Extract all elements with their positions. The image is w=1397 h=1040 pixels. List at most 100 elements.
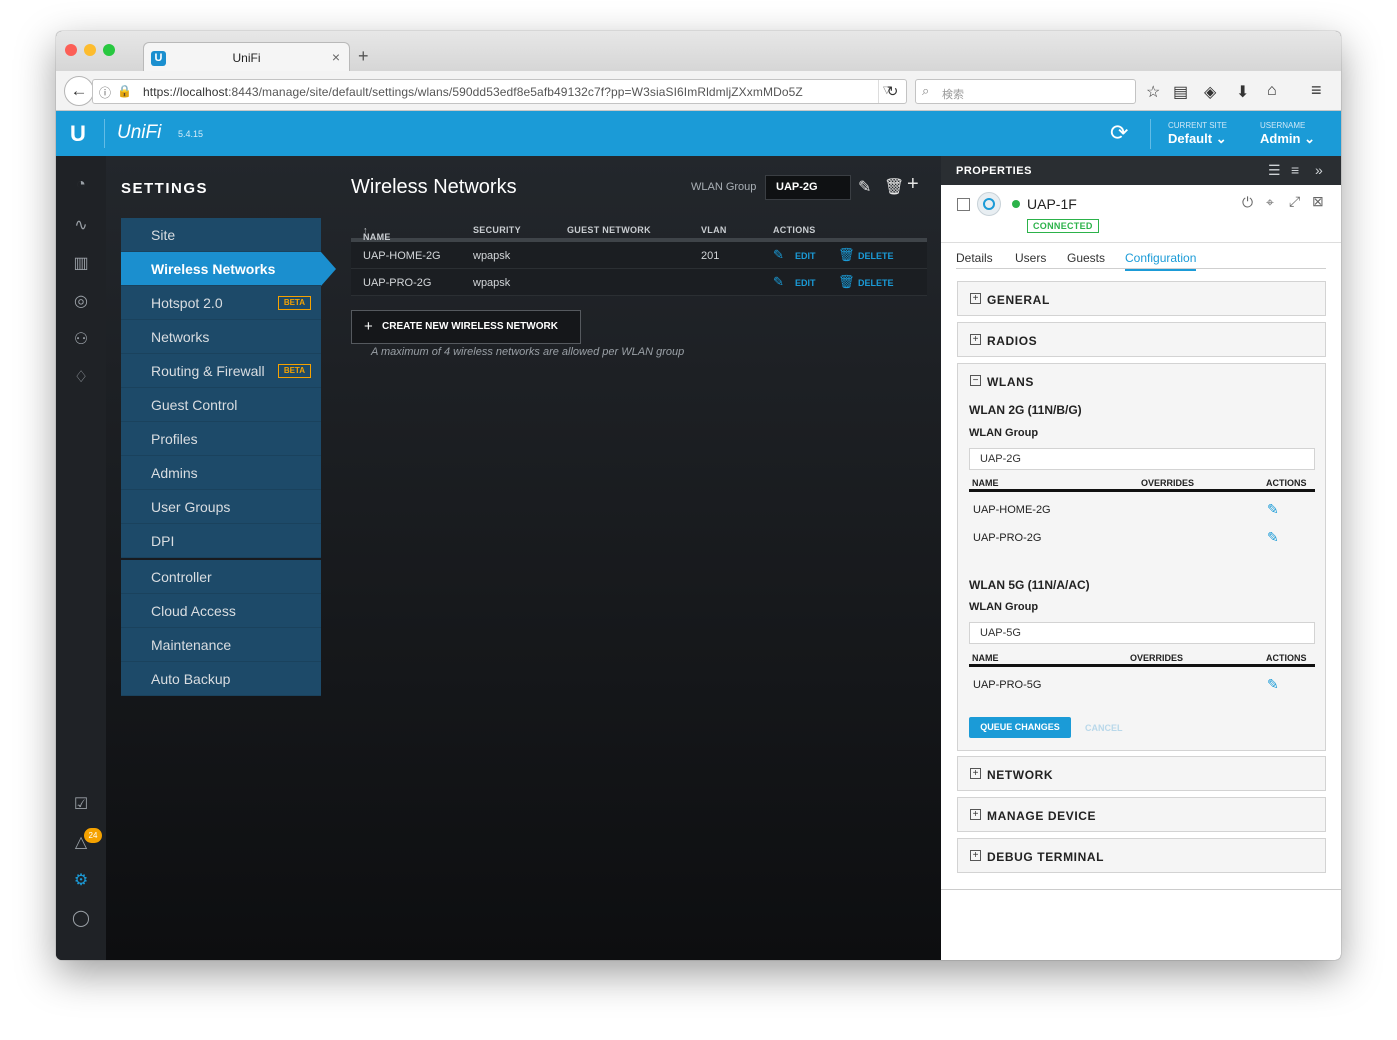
delete-trash-icon[interactable]: 🗑	[838, 247, 855, 263]
edit-group-pencil-icon[interactable]: ✎	[858, 177, 871, 197]
tab-users[interactable]: Users	[1015, 251, 1046, 265]
col-guest-network[interactable]: GUEST NETWORK	[567, 225, 651, 235]
version-text: 5.4.15	[178, 129, 204, 139]
maximize-window-button[interactable]	[103, 44, 115, 56]
col-name-label: NAME	[363, 232, 391, 242]
col-name: NAME	[972, 478, 999, 488]
search-box[interactable]: ⌕ 検索	[915, 79, 1136, 104]
section-manage-device[interactable]: + MANAGE DEVICE	[957, 797, 1326, 832]
back-button[interactable]: ←	[64, 76, 94, 106]
col-name[interactable]: NAME ↑	[363, 225, 390, 242]
ubiquiti-logo-icon[interactable]: U	[70, 121, 86, 147]
settings-gear-icon[interactable]: ⚙	[70, 870, 92, 892]
beta-badge: BETA	[277, 296, 311, 310]
edit-button[interactable]: EDIT	[795, 251, 816, 261]
delete-group-trash-icon[interactable]: 🗑	[884, 177, 904, 197]
close-window-button[interactable]	[65, 44, 77, 56]
menu-item-dpi[interactable]: DPI	[121, 524, 321, 558]
statistics-icon[interactable]: ∿	[70, 215, 92, 237]
menu-item-cloud-access[interactable]: Cloud Access	[121, 594, 321, 628]
delete-trash-icon[interactable]: 🗑	[838, 274, 855, 290]
home-icon[interactable]: ⌂	[1267, 82, 1277, 100]
map-icon[interactable]: ▥	[70, 253, 92, 275]
url-text[interactable]: https://localhost:8443/manage/site/defau…	[143, 85, 803, 99]
tasks-icon[interactable]: ☑	[70, 794, 92, 816]
queue-changes-button[interactable]: QUEUE CHANGES	[969, 717, 1071, 738]
dashboard-icon[interactable]: ◔	[70, 176, 92, 198]
wlan-group-label: WLAN Group	[691, 181, 757, 193]
menu-item-wireless-networks[interactable]: Wireless Networks	[121, 252, 336, 286]
wlan-group-5g-select[interactable]: UAP-5G	[969, 622, 1315, 644]
chat-support-icon[interactable]: ◯	[70, 908, 92, 930]
menu-item-profiles[interactable]: Profiles	[121, 422, 321, 456]
edit-pencil-icon[interactable]: ✎	[773, 247, 784, 263]
expand-icon[interactable]: ⤢	[1289, 193, 1300, 210]
col-vlan[interactable]: VLAN	[701, 225, 727, 235]
menu-hamburger-icon[interactable]: ≡	[1311, 80, 1322, 101]
clients-icon[interactable]: ⚇	[70, 329, 92, 351]
add-group-plus-icon[interactable]: +	[907, 173, 919, 196]
devices-icon[interactable]: ◎	[70, 291, 92, 313]
menu-item-auto-backup[interactable]: Auto Backup	[121, 662, 321, 696]
panel-divider	[941, 889, 1341, 890]
edit-button[interactable]: EDIT	[795, 278, 816, 288]
delete-button[interactable]: DELETE	[858, 278, 894, 288]
edit-pencil-icon[interactable]: ✎	[1267, 501, 1279, 518]
section-network[interactable]: + NETWORK	[957, 756, 1326, 791]
reload-icon[interactable]: ↻	[878, 80, 906, 103]
menu-item-site[interactable]: Site	[121, 218, 321, 252]
edit-pencil-icon[interactable]: ✎	[1267, 529, 1279, 546]
pocket-icon[interactable]: ◈	[1204, 82, 1216, 102]
tab-details[interactable]: Details	[956, 251, 993, 265]
select-checkbox[interactable]	[957, 198, 970, 211]
menu-item-user-groups[interactable]: User Groups	[121, 490, 321, 524]
menu-item-guest-control[interactable]: Guest Control	[121, 388, 321, 422]
menu-item-routing-firewall[interactable]: Routing & Firewall BETA	[121, 354, 321, 388]
minimize-window-button[interactable]	[84, 44, 96, 56]
settings-menu: Site Wireless Networks Hotspot 2.0 BETA N…	[121, 218, 336, 696]
menu-item-maintenance[interactable]: Maintenance	[121, 628, 321, 662]
insights-icon[interactable]: ♢	[70, 367, 92, 389]
address-bar[interactable]: ⓘ 🔒 https://localhost:8443/manage/site/d…	[92, 79, 907, 104]
section-general[interactable]: + GENERAL	[957, 281, 1326, 316]
create-wireless-network-button[interactable]: + CREATE NEW WIRELESS NETWORK	[351, 310, 581, 344]
close-icon[interactable]: ⊠	[1312, 193, 1324, 210]
col-overrides: OVERRIDES	[1141, 478, 1195, 488]
menu-item-hotspot[interactable]: Hotspot 2.0 BETA	[121, 286, 321, 320]
edit-pencil-icon[interactable]: ✎	[1267, 676, 1279, 693]
refresh-icon[interactable]: ⟳	[1110, 120, 1128, 146]
current-site-selector[interactable]: Default ⌄	[1168, 131, 1227, 147]
info-icon[interactable]: ⓘ	[99, 84, 111, 101]
bookmark-star-icon[interactable]: ☆	[1146, 82, 1160, 102]
list-icon[interactable]: ☰	[1268, 162, 1281, 179]
section-debug-terminal[interactable]: + DEBUG TERMINAL	[957, 838, 1326, 873]
restart-power-icon[interactable]: ⏻	[1242, 194, 1253, 211]
col-security[interactable]: SECURITY	[473, 225, 521, 235]
menu-icon[interactable]: ≡	[1291, 162, 1299, 178]
menu-item-controller[interactable]: Controller	[121, 560, 321, 594]
browser-window: U UniFi × + ← ⓘ 🔒 https://localhost:8443…	[56, 31, 1341, 960]
wlans-header[interactable]: − WLANS	[958, 364, 1325, 399]
browser-tab[interactable]: U UniFi ×	[143, 42, 350, 72]
menu-item-networks[interactable]: Networks	[121, 320, 321, 354]
section-radios[interactable]: + RADIOS	[957, 322, 1326, 357]
locate-pin-icon[interactable]: ⌖	[1266, 194, 1274, 211]
user-menu[interactable]: Admin ⌄	[1260, 131, 1315, 147]
download-icon[interactable]: ⬇	[1236, 82, 1249, 102]
edit-pencil-icon[interactable]: ✎	[773, 274, 784, 290]
cancel-button[interactable]: CANCEL	[1085, 723, 1123, 733]
lock-warning-icon[interactable]: 🔒	[117, 84, 132, 98]
tab-guests[interactable]: Guests	[1067, 251, 1105, 265]
row-name: UAP-HOME-2G	[363, 250, 441, 262]
collapse-panel-icon[interactable]: »	[1315, 162, 1323, 178]
wlan-group-2g-select[interactable]: UAP-2G	[969, 448, 1315, 470]
tab-configuration[interactable]: Configuration	[1125, 251, 1197, 271]
menu-item-admins[interactable]: Admins	[121, 456, 321, 490]
row-name: UAP-PRO-2G	[363, 277, 432, 289]
wlan-group-select[interactable]: UAP-2G	[765, 175, 851, 200]
new-tab-icon[interactable]: +	[358, 46, 369, 67]
delete-button[interactable]: DELETE	[858, 251, 894, 261]
reading-list-icon[interactable]: ▤	[1173, 82, 1188, 102]
menu-label: Networks	[151, 329, 210, 345]
close-tab-icon[interactable]: ×	[332, 49, 340, 65]
